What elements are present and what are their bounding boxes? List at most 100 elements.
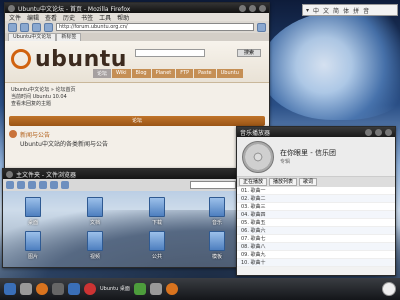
file-label[interactable]: 音乐	[197, 219, 237, 226]
panel-item[interactable]: 音	[363, 6, 369, 15]
playlist-row[interactable]: 09. 歌曲九	[237, 251, 395, 259]
window-menu-icon[interactable]	[6, 170, 13, 178]
file-label[interactable]: 模板	[197, 253, 237, 260]
forum-title[interactable]: 新闻与公告	[20, 130, 108, 139]
menu-bookmarks[interactable]: 书签	[81, 13, 93, 22]
search-engine-icon[interactable]	[257, 22, 266, 32]
folder-icon[interactable]	[25, 231, 41, 251]
tab-playlist[interactable]: 播放列表	[269, 178, 298, 186]
tab-lyrics[interactable]: 歌词	[299, 178, 318, 186]
menu-help[interactable]: 帮助	[117, 13, 129, 22]
volume-icon[interactable]	[149, 283, 162, 295]
folder-icon[interactable]	[209, 197, 225, 217]
playlist-row[interactable]: 03. 歌曲三	[237, 203, 395, 211]
playlist-row[interactable]: 02. 歌曲二	[237, 195, 395, 203]
folder-icon[interactable]	[209, 231, 225, 251]
view-icon[interactable]	[61, 181, 69, 189]
nav-paste[interactable]: Paste	[194, 69, 216, 78]
reload-icon[interactable]	[39, 181, 47, 189]
firefox-icon[interactable]	[36, 283, 48, 295]
clock-icon[interactable]	[382, 282, 396, 296]
playlist-row[interactable]: 05. 歌曲五	[237, 219, 395, 227]
show-desktop-icon[interactable]	[20, 283, 32, 295]
file-label[interactable]: 图片	[13, 253, 53, 260]
file-manager-window[interactable]: 主文件夹 - 文件浏览器 桌面 文档 下载 音乐 图片 视频 公共 模板	[2, 168, 240, 268]
input-method-panel[interactable]: ▾ 中 文 简 体 拼 音	[302, 4, 398, 16]
forward-icon[interactable]	[17, 181, 25, 189]
forward-icon[interactable]	[20, 22, 29, 32]
breadcrumb[interactable]: Ubuntu中文论坛 » 论坛首页	[11, 87, 263, 94]
file-view: 桌面 文档 下载 音乐 图片 视频 公共 模板	[3, 191, 239, 267]
folder-icon[interactable]	[25, 197, 41, 217]
url-bar[interactable]: http://forum.ubuntu.org.cn/	[56, 23, 254, 31]
maximize-icon[interactable]	[375, 128, 382, 136]
network-icon[interactable]	[133, 283, 146, 295]
nav-ubuntu[interactable]: Ubuntu	[216, 69, 243, 78]
file-label[interactable]: 桌面	[13, 219, 53, 226]
playlist-row[interactable]: 08. 歌曲八	[237, 243, 395, 251]
home-icon[interactable]	[50, 181, 58, 189]
menu-edit[interactable]: 编辑	[27, 13, 39, 22]
file-label[interactable]: 下载	[137, 219, 177, 226]
nav-blog[interactable]: Blog	[131, 69, 151, 78]
panel-item[interactable]: 拼	[353, 6, 359, 15]
folder-icon[interactable]	[87, 197, 103, 217]
music-player-window[interactable]: 音乐播放器 在你眼里 - 信乐团 专辑 正在播放 播放列表 歌词 01. 歌曲一…	[236, 126, 396, 276]
tab-forum[interactable]: Ubuntu中文论坛	[8, 33, 57, 41]
folder-icon[interactable]	[87, 231, 103, 251]
playlist-row[interactable]: 06. 歌曲六	[237, 227, 395, 235]
nav-ftp[interactable]: FTP	[176, 69, 194, 78]
back-icon[interactable]	[6, 181, 14, 189]
minimize-icon[interactable]	[239, 4, 246, 12]
home-icon[interactable]	[44, 22, 53, 32]
site-search-button[interactable]: 搜索	[237, 49, 261, 57]
close-icon[interactable]	[385, 128, 392, 136]
site-search-input[interactable]	[135, 49, 205, 57]
firefox-window[interactable]: Ubuntu中文论坛 - 首页 - Mozilla Firefox 文件 编辑 …	[4, 2, 270, 170]
panel-item[interactable]: ▾	[306, 7, 309, 14]
playlist-row[interactable]: 10. 歌曲十	[237, 259, 395, 267]
file-label[interactable]: 文档	[75, 219, 115, 226]
up-icon[interactable]	[28, 181, 36, 189]
nav-wiki[interactable]: Wiki	[112, 69, 131, 78]
panel-item[interactable]: 中	[313, 6, 319, 15]
playlist-row[interactable]: 07. 歌曲七	[237, 235, 395, 243]
file-label[interactable]: 公共	[137, 253, 177, 260]
panel-item[interactable]: 简	[333, 6, 339, 15]
file-manager-titlebar[interactable]: 主文件夹 - 文件浏览器	[3, 169, 239, 179]
location-input[interactable]	[190, 181, 236, 189]
playlist-row[interactable]: 01. 歌曲一	[237, 187, 395, 195]
back-icon[interactable]	[8, 22, 17, 32]
reload-icon[interactable]	[32, 22, 41, 32]
nav-forum[interactable]: 论坛	[93, 69, 112, 78]
nav-planet[interactable]: Planet	[151, 69, 176, 78]
minimize-icon[interactable]	[365, 128, 372, 136]
file-manager-icon[interactable]	[68, 283, 80, 295]
tab-new[interactable]: 新标签	[56, 33, 82, 41]
folder-icon[interactable]	[149, 231, 165, 251]
tab-now-playing[interactable]: 正在播放	[239, 178, 268, 186]
firefox-titlebar[interactable]: Ubuntu中文论坛 - 首页 - Mozilla Firefox	[5, 3, 269, 13]
maximize-icon[interactable]	[249, 4, 256, 12]
file-label[interactable]: 视频	[75, 253, 115, 260]
ubuntu-logo-icon[interactable]	[11, 49, 31, 69]
menu-view[interactable]: 查看	[45, 13, 57, 22]
taskbar: Ubuntu 桌面	[0, 278, 400, 300]
music-player-icon[interactable]	[84, 283, 96, 295]
window-menu-icon[interactable]	[8, 4, 15, 12]
update-notifier-icon[interactable]	[165, 283, 178, 295]
menu-file[interactable]: 文件	[9, 13, 21, 22]
music-player-titlebar[interactable]: 音乐播放器	[237, 127, 395, 137]
panel-item[interactable]: 体	[343, 6, 349, 15]
kickoff-menu-icon[interactable]	[4, 283, 16, 295]
forum-row[interactable]: 新闻与公告 Ubuntu中文站的各类新闻与公告	[9, 130, 265, 148]
panel-item[interactable]: 文	[323, 6, 329, 15]
unanswered-link[interactable]: 查看未回复的主题	[11, 101, 263, 108]
playlist-row[interactable]: 04. 歌曲四	[237, 211, 395, 219]
menu-tools[interactable]: 工具	[99, 13, 111, 22]
wallpaper-wave	[260, 10, 400, 120]
folder-icon[interactable]	[149, 197, 165, 217]
menu-history[interactable]: 历史	[63, 13, 75, 22]
close-icon[interactable]	[259, 4, 266, 12]
terminal-icon[interactable]	[52, 283, 64, 295]
